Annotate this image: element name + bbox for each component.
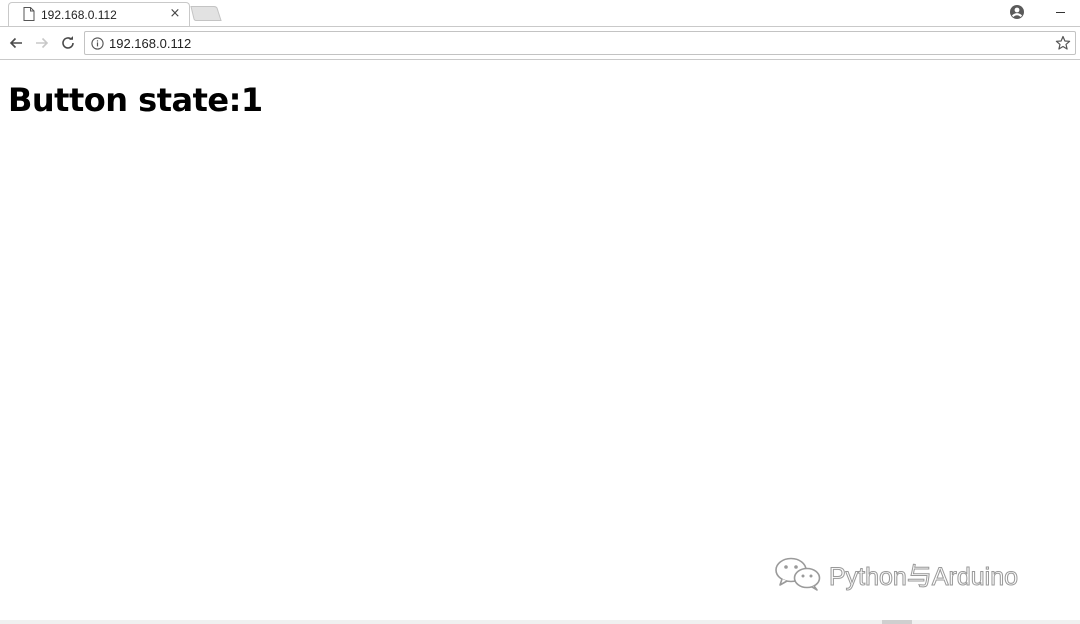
watermark-text: Python与Arduino [828,563,1019,592]
horizontal-scrollbar[interactable] [0,620,1080,624]
browser-window: 192.168.0.112 × 192.168.0.112 Button sta… [0,0,1080,624]
browser-tab[interactable]: 192.168.0.112 × [8,2,190,26]
tab-strip: 192.168.0.112 × [0,0,1080,26]
profile-icon[interactable] [1009,4,1025,20]
minimize-button[interactable] [1048,2,1072,20]
close-tab-button[interactable]: × [167,6,183,22]
tab-title: 192.168.0.112 [41,8,117,22]
page-heading: Button state:1 [8,81,263,119]
info-icon[interactable] [91,37,104,50]
page-icon [23,7,35,21]
watermark: Python与Arduino [773,554,1063,594]
url-text[interactable]: 192.168.0.112 [109,36,191,51]
reload-icon[interactable] [59,34,77,52]
scrollbar-thumb[interactable] [882,620,912,624]
address-bar[interactable]: 192.168.0.112 [84,31,1076,55]
new-tab-button[interactable] [190,6,222,21]
forward-arrow-icon[interactable] [33,34,51,52]
star-icon[interactable] [1055,35,1071,51]
back-arrow-icon[interactable] [7,34,25,52]
wechat-icon [775,557,821,591]
browser-toolbar: 192.168.0.112 [0,26,1080,60]
page-content: Button state:1 [0,60,1080,624]
